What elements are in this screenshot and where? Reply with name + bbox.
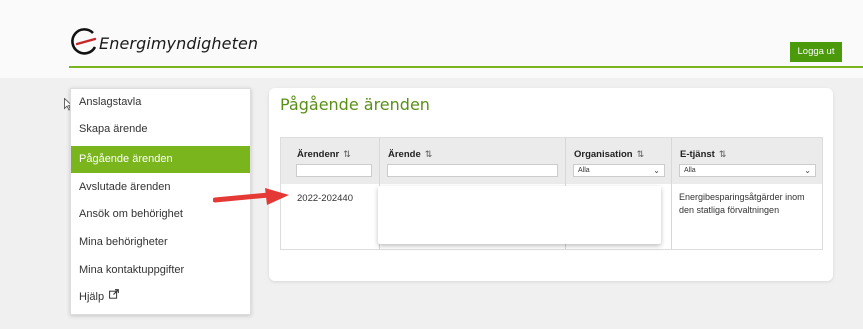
sidebar-item-label: Hjälp — [79, 291, 105, 303]
sort-icon[interactable]: ⇅ — [343, 149, 351, 160]
filter-input-arendenr[interactable] — [296, 164, 372, 177]
sort-icon[interactable]: ⇅ — [719, 149, 727, 160]
filter-select-organisation[interactable]: Alla ⌄ — [573, 164, 665, 177]
redaction-overlay — [378, 186, 661, 244]
sidebar-item-label: Avslutade ärenden — [79, 181, 171, 193]
sidebar-item-mina-behorigheter[interactable]: Mina behörigheter — [71, 229, 250, 256]
page: Energimyndigheten Logga ut Anslagstavla … — [0, 0, 863, 329]
select-value: Alla — [684, 167, 696, 174]
logout-button[interactable]: Logga ut — [790, 42, 842, 62]
sidebar-item-label: Ansök om behörighet — [79, 208, 183, 220]
column-header-label: Ärende — [388, 149, 421, 160]
sidebar-item-skapa-arende[interactable]: Skapa ärende — [71, 116, 250, 143]
sidebar-item-label: Mina behörigheter — [79, 236, 168, 248]
sidebar-item-label: Pågående ärenden — [79, 153, 173, 165]
table-header — [281, 138, 822, 184]
sidebar-item-label: Anslagstavla — [79, 96, 142, 108]
page-title: Pågående ärenden — [280, 95, 430, 114]
column-header-organisation[interactable]: Organisation ⇅ — [574, 149, 644, 160]
sidebar-item-label: Skapa ärende — [79, 123, 148, 135]
red-arrow-annotation-icon — [213, 188, 289, 205]
sidebar-item-mina-kontaktuppgifter[interactable]: Mina kontaktuppgifter — [71, 257, 250, 284]
sidebar-item-anslagstavla[interactable]: Anslagstavla — [71, 89, 250, 116]
sidebar-item-hjalp[interactable]: Hjälp — [71, 284, 250, 311]
column-header-etjanst[interactable]: E-tjänst ⇅ — [680, 149, 726, 160]
column-header-label: Ärendenr — [297, 149, 340, 160]
logo[interactable]: Energimyndigheten — [69, 27, 258, 57]
cell-etjanst-line-2: den statliga förvaltningen — [679, 205, 780, 215]
filter-input-arende[interactable] — [387, 164, 558, 177]
chevron-down-icon: ⌄ — [804, 166, 811, 175]
cell-etjanst-line-1: Energibesparingsåtgärder inom — [679, 192, 805, 202]
logo-mark-icon — [71, 28, 97, 55]
sidebar-item-label: Mina kontaktuppgifter — [79, 264, 185, 276]
logo-text: Energimyndigheten — [99, 34, 259, 53]
sort-icon[interactable]: ⇅ — [637, 149, 645, 160]
cell-arendenr: 2022-202440 — [297, 193, 353, 204]
column-header-arendenr[interactable]: Ärendenr ⇅ — [297, 149, 351, 160]
sidebar-item-pagaende-arenden[interactable]: Pågående ärenden — [71, 146, 250, 173]
column-header-label: Organisation — [574, 149, 633, 160]
filter-select-etjanst[interactable]: Alla ⌄ — [679, 164, 816, 177]
external-link-icon — [109, 289, 119, 299]
column-divider — [671, 138, 672, 249]
column-header-arende[interactable]: Ärende ⇅ — [388, 149, 432, 160]
header-divider — [69, 66, 863, 68]
sort-icon[interactable]: ⇅ — [425, 149, 433, 160]
column-header-label: E-tjänst — [680, 149, 715, 160]
chevron-down-icon: ⌄ — [653, 166, 660, 175]
select-value: Alla — [578, 167, 590, 174]
